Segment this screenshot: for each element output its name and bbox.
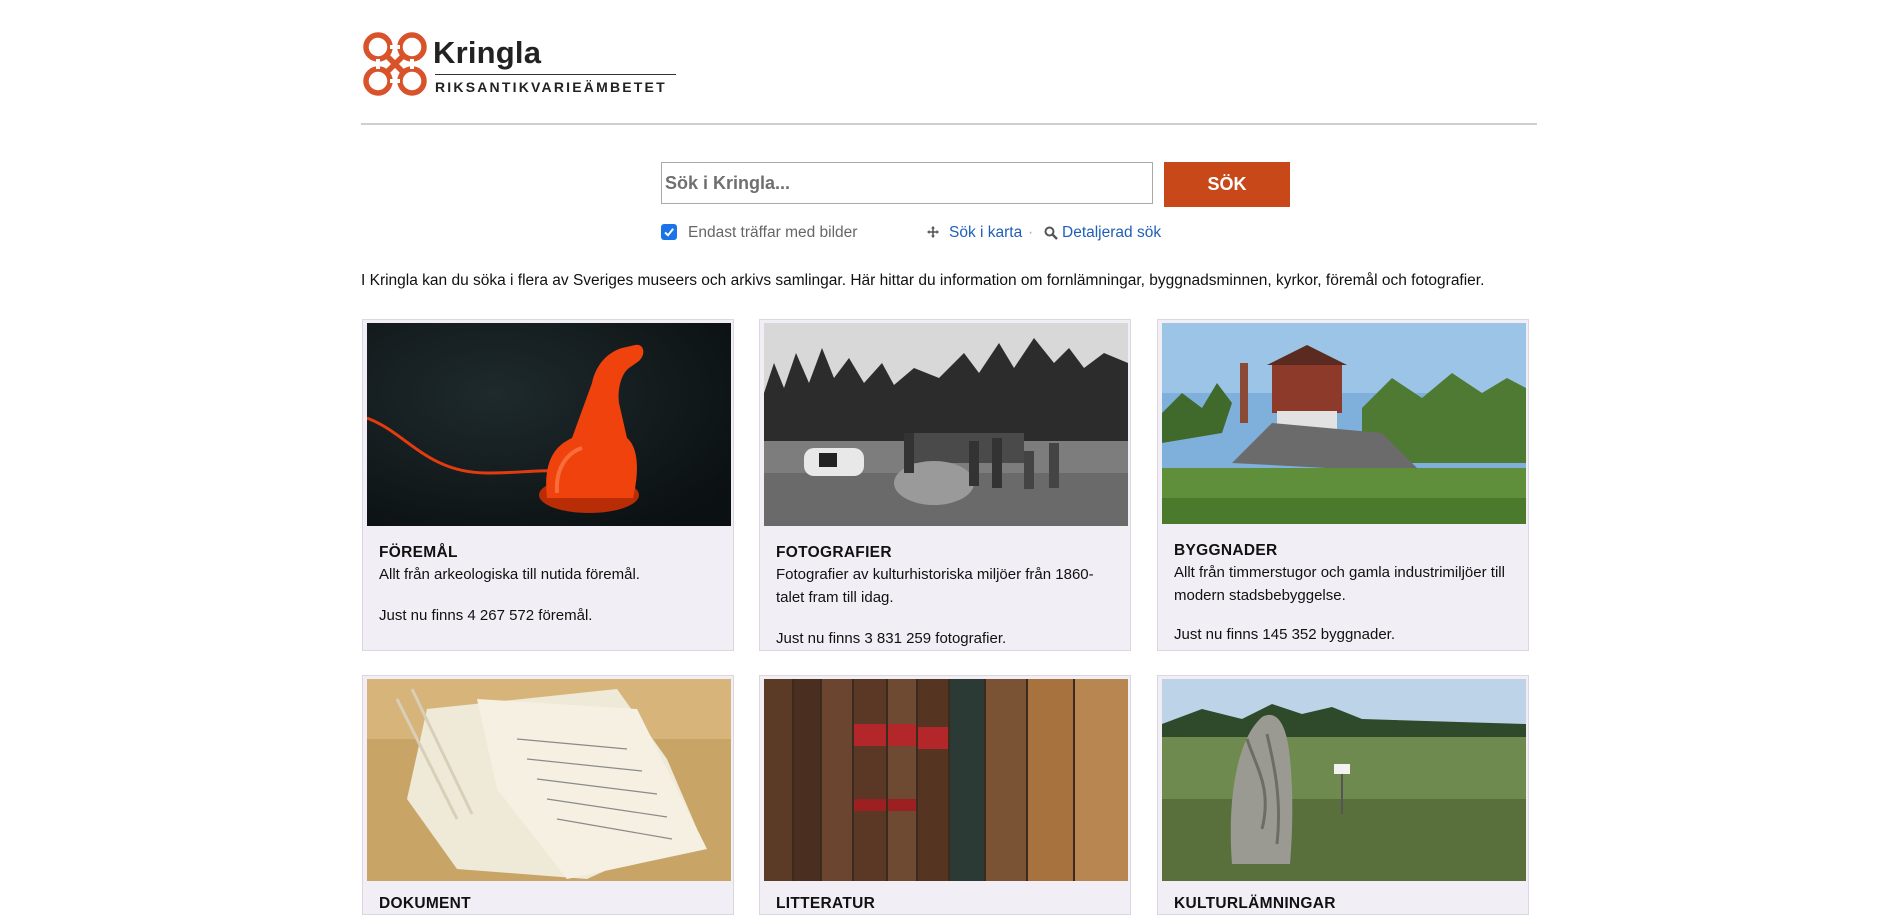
category-count: Just nu finns 145 352 byggnader. (1174, 626, 1396, 643)
category-title: DOKUMENT (379, 895, 471, 912)
category-card-byggnader[interactable]: BYGGNADER Allt från timmerstugor och gam… (1157, 319, 1529, 651)
move-arrows-icon (927, 226, 939, 238)
logo-name: Kringla (433, 35, 542, 70)
old-books-photo (764, 679, 1128, 881)
category-title: KULTURLÄMNINGAR (1174, 895, 1336, 912)
only-images-label[interactable]: Endast träffar med bilder (688, 224, 857, 242)
category-title: FOTOGRAFIER (776, 544, 892, 561)
only-images-checkbox[interactable] (661, 224, 677, 240)
link-separator: · (1028, 224, 1034, 241)
category-title: BYGGNADER (1174, 542, 1278, 559)
category-card-fotografier[interactable]: FOTOGRAFIER Fotografier av kulturhistori… (759, 319, 1131, 651)
red-telephone-photo (367, 323, 731, 526)
search-button[interactable]: SÖK (1164, 162, 1290, 207)
category-count: Just nu finns 4 267 572 föremål. (379, 607, 593, 624)
map-search-link[interactable]: Sök i karta (949, 224, 1022, 242)
category-card-dokument[interactable]: DOKUMENT (362, 675, 734, 915)
category-title: LITTERATUR (776, 895, 876, 912)
page: Kringla RIKSANTIKVARIEÄMBETET SÖK Endast… (0, 0, 1898, 915)
magnifier-icon (1044, 226, 1058, 240)
category-card-foremal[interactable]: FÖREMÅL Allt från arkeologiska till nuti… (362, 319, 734, 651)
category-description: Allt från timmerstugor och gamla industr… (1174, 564, 1505, 604)
runestone-photo (1162, 679, 1526, 881)
header-divider (361, 123, 1537, 125)
category-description: Fotografier av kulturhistoriska miljöer … (776, 566, 1094, 606)
category-description: Allt från arkeologiska till nutida förem… (379, 566, 640, 583)
haymaking-bw-photo (764, 323, 1128, 526)
checkmark-icon (664, 228, 674, 237)
category-card-kulturlamningar[interactable]: KULTURLÄMNINGAR (1157, 675, 1529, 915)
category-card-litteratur[interactable]: LITTERATUR (759, 675, 1131, 915)
category-count: Just nu finns 3 831 259 fotografier. (776, 630, 1007, 647)
intro-text: I Kringla kan du söka i flera av Sverige… (361, 272, 1485, 289)
advanced-search-link[interactable]: Detaljerad sök (1062, 224, 1161, 242)
logo-subtitle: RIKSANTIKVARIEÄMBETET (435, 79, 667, 95)
kringla-logo[interactable]: Kringla RIKSANTIKVARIEÄMBETET (361, 30, 681, 98)
industrial-building-photo (1162, 323, 1526, 524)
kringla-logo-icon (363, 32, 427, 96)
category-title: FÖREMÅL (379, 544, 458, 561)
search-input[interactable] (661, 162, 1153, 204)
logo-rule (435, 74, 676, 75)
old-documents-photo (367, 679, 731, 881)
